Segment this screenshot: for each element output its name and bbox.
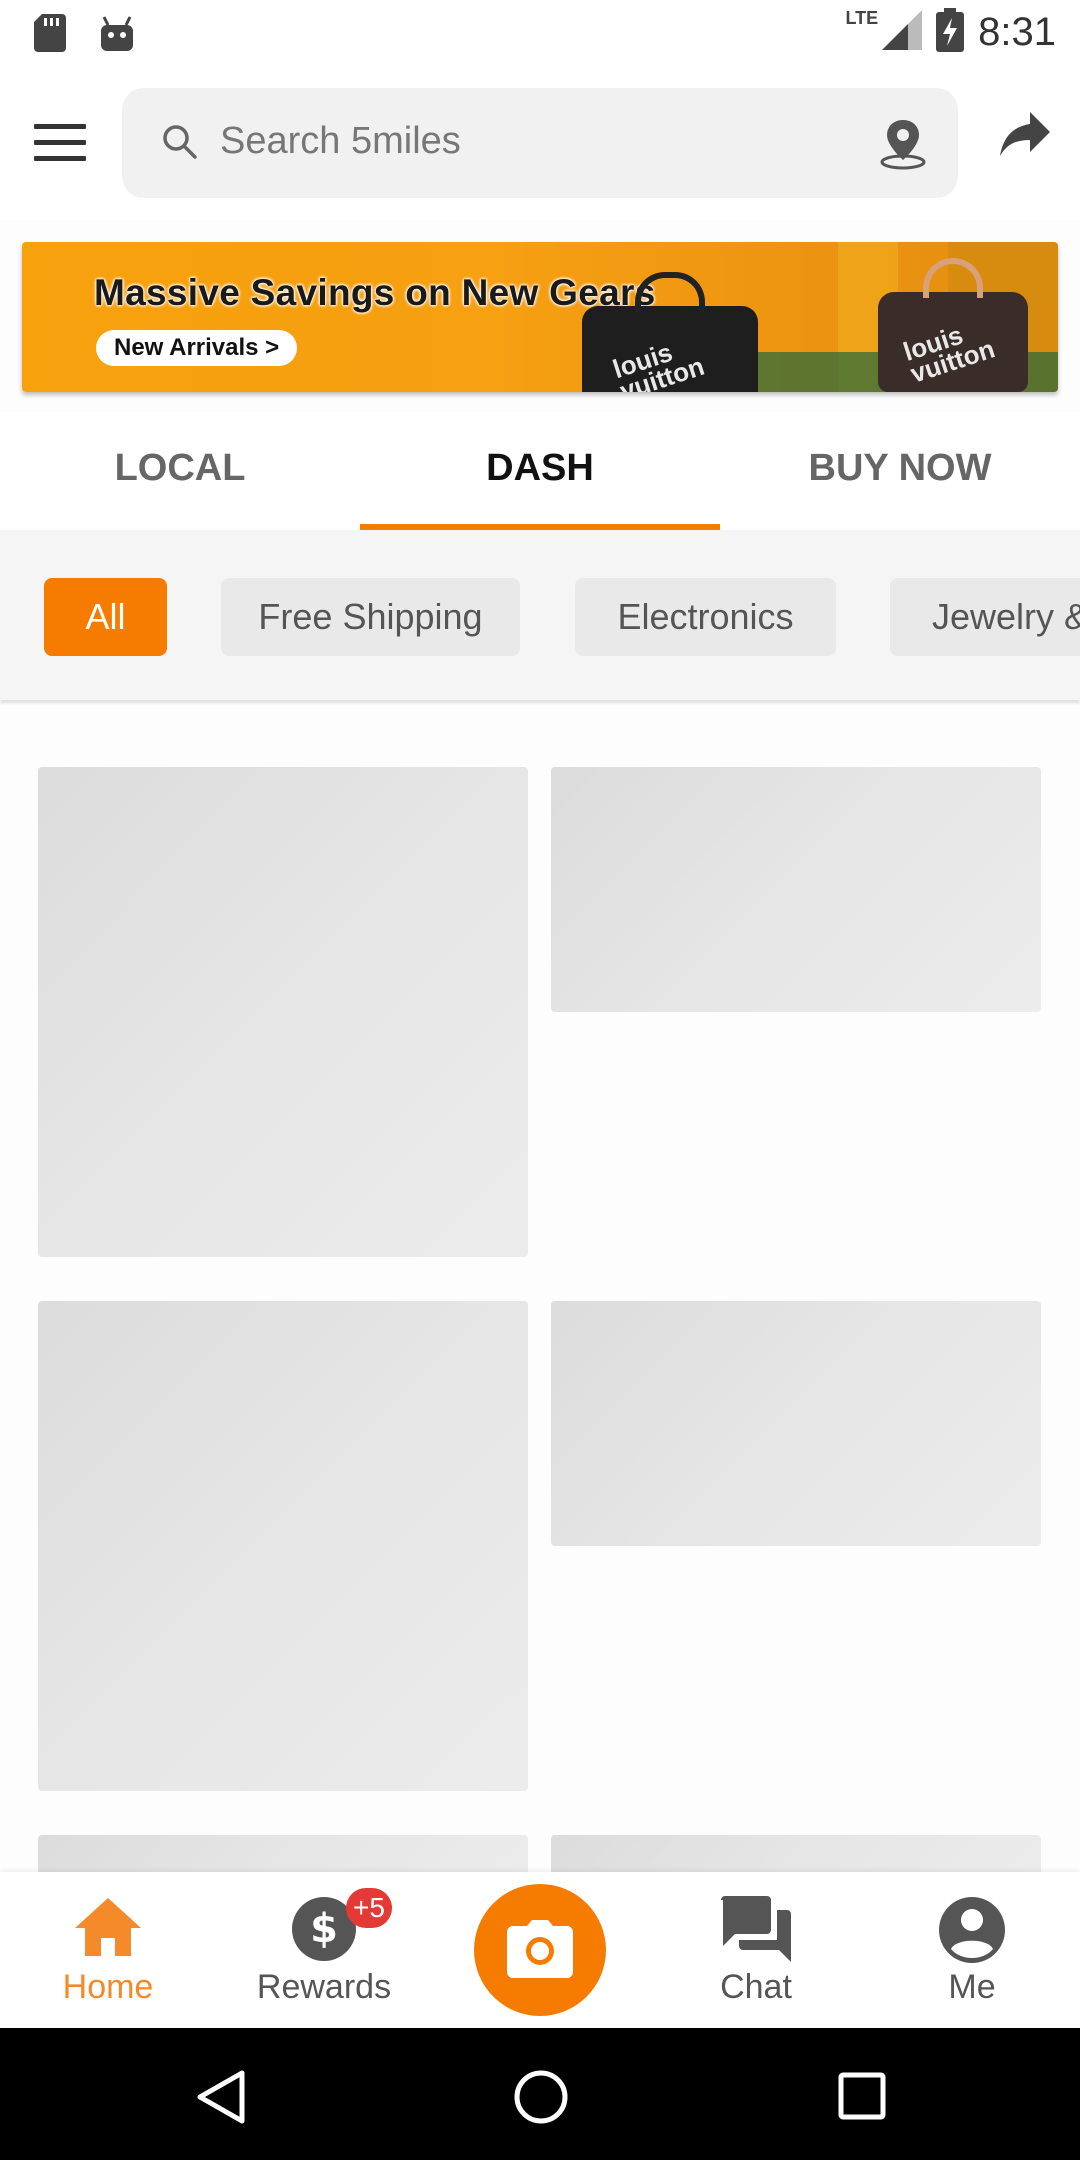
- nav-me[interactable]: Me: [864, 1872, 1080, 2028]
- svg-text:$: $: [310, 1906, 338, 1952]
- signal-icon: [882, 10, 923, 55]
- app-bar: Search 5miles: [0, 66, 1080, 220]
- camera-icon: [507, 1920, 573, 1983]
- sd-card-icon: [34, 14, 66, 57]
- chip-jewelry[interactable]: Jewelry &: [890, 578, 1080, 656]
- search-icon: [162, 124, 198, 165]
- nav-chat-label: Chat: [720, 1968, 792, 2006]
- nav-chat[interactable]: Chat: [648, 1872, 864, 2028]
- battery-charging-icon: [936, 8, 965, 57]
- home-circle-icon[interactable]: [514, 2070, 568, 2129]
- menu-icon[interactable]: [34, 124, 86, 162]
- location-pin-icon[interactable]: [878, 118, 928, 175]
- recents-icon[interactable]: [838, 2072, 886, 2125]
- search-bar[interactable]: Search 5miles: [122, 88, 958, 198]
- chip-free-shipping[interactable]: Free Shipping: [221, 578, 520, 656]
- new-arrivals-button[interactable]: New Arrivals >: [96, 330, 298, 366]
- account-icon: [938, 1896, 1006, 1969]
- bottom-navigation: Home $ +5 Rewards Chat Me: [0, 1872, 1080, 2028]
- listing-placeholder: [551, 767, 1041, 1012]
- category-tabs: LOCAL DASH BUY NOW: [0, 412, 1080, 530]
- share-icon[interactable]: [1000, 112, 1050, 163]
- chip-electronics[interactable]: Electronics: [575, 578, 836, 656]
- tab-local[interactable]: LOCAL: [0, 412, 360, 530]
- banner-headline: Massive Savings on New Gears: [94, 272, 656, 313]
- tab-buy-now[interactable]: BUY NOW: [720, 412, 1080, 530]
- filter-chips: All Free Shipping Electronics Jewelry &: [0, 530, 1080, 700]
- chip-all[interactable]: All: [44, 578, 167, 656]
- nav-me-label: Me: [948, 1968, 996, 2006]
- listing-placeholder: [551, 1301, 1041, 1546]
- chat-icon: [721, 1896, 791, 1967]
- nav-rewards[interactable]: $ +5 Rewards: [216, 1872, 432, 2028]
- nav-home-label: Home: [62, 1968, 154, 2006]
- search-input[interactable]: Search 5miles: [220, 120, 461, 163]
- back-icon[interactable]: [196, 2070, 246, 2129]
- rewards-badge: +5: [346, 1888, 392, 1928]
- handbag-image: louis vuitton: [878, 258, 1028, 392]
- promo-banner[interactable]: Massive Savings on New Gears New Arrival…: [22, 242, 1058, 392]
- listing-placeholder: [38, 767, 528, 1257]
- listing-placeholder: [38, 1301, 528, 1791]
- screen: LTE 8:31 Search 5miles Massive Savings o…: [0, 0, 1080, 2160]
- sell-camera-button[interactable]: [474, 1884, 606, 2016]
- android-icon: [100, 15, 134, 56]
- nav-rewards-label: Rewards: [256, 1968, 392, 2006]
- status-time: 8:31: [978, 10, 1056, 54]
- system-navigation-bar: [0, 2028, 1080, 2160]
- handbag-image: louis vuitton: [582, 272, 758, 392]
- status-bar: LTE 8:31: [0, 0, 1080, 66]
- home-icon: [73, 1896, 143, 1963]
- network-type: LTE: [845, 8, 879, 28]
- tab-dash[interactable]: DASH: [360, 412, 720, 530]
- nav-home[interactable]: Home: [0, 1872, 216, 2028]
